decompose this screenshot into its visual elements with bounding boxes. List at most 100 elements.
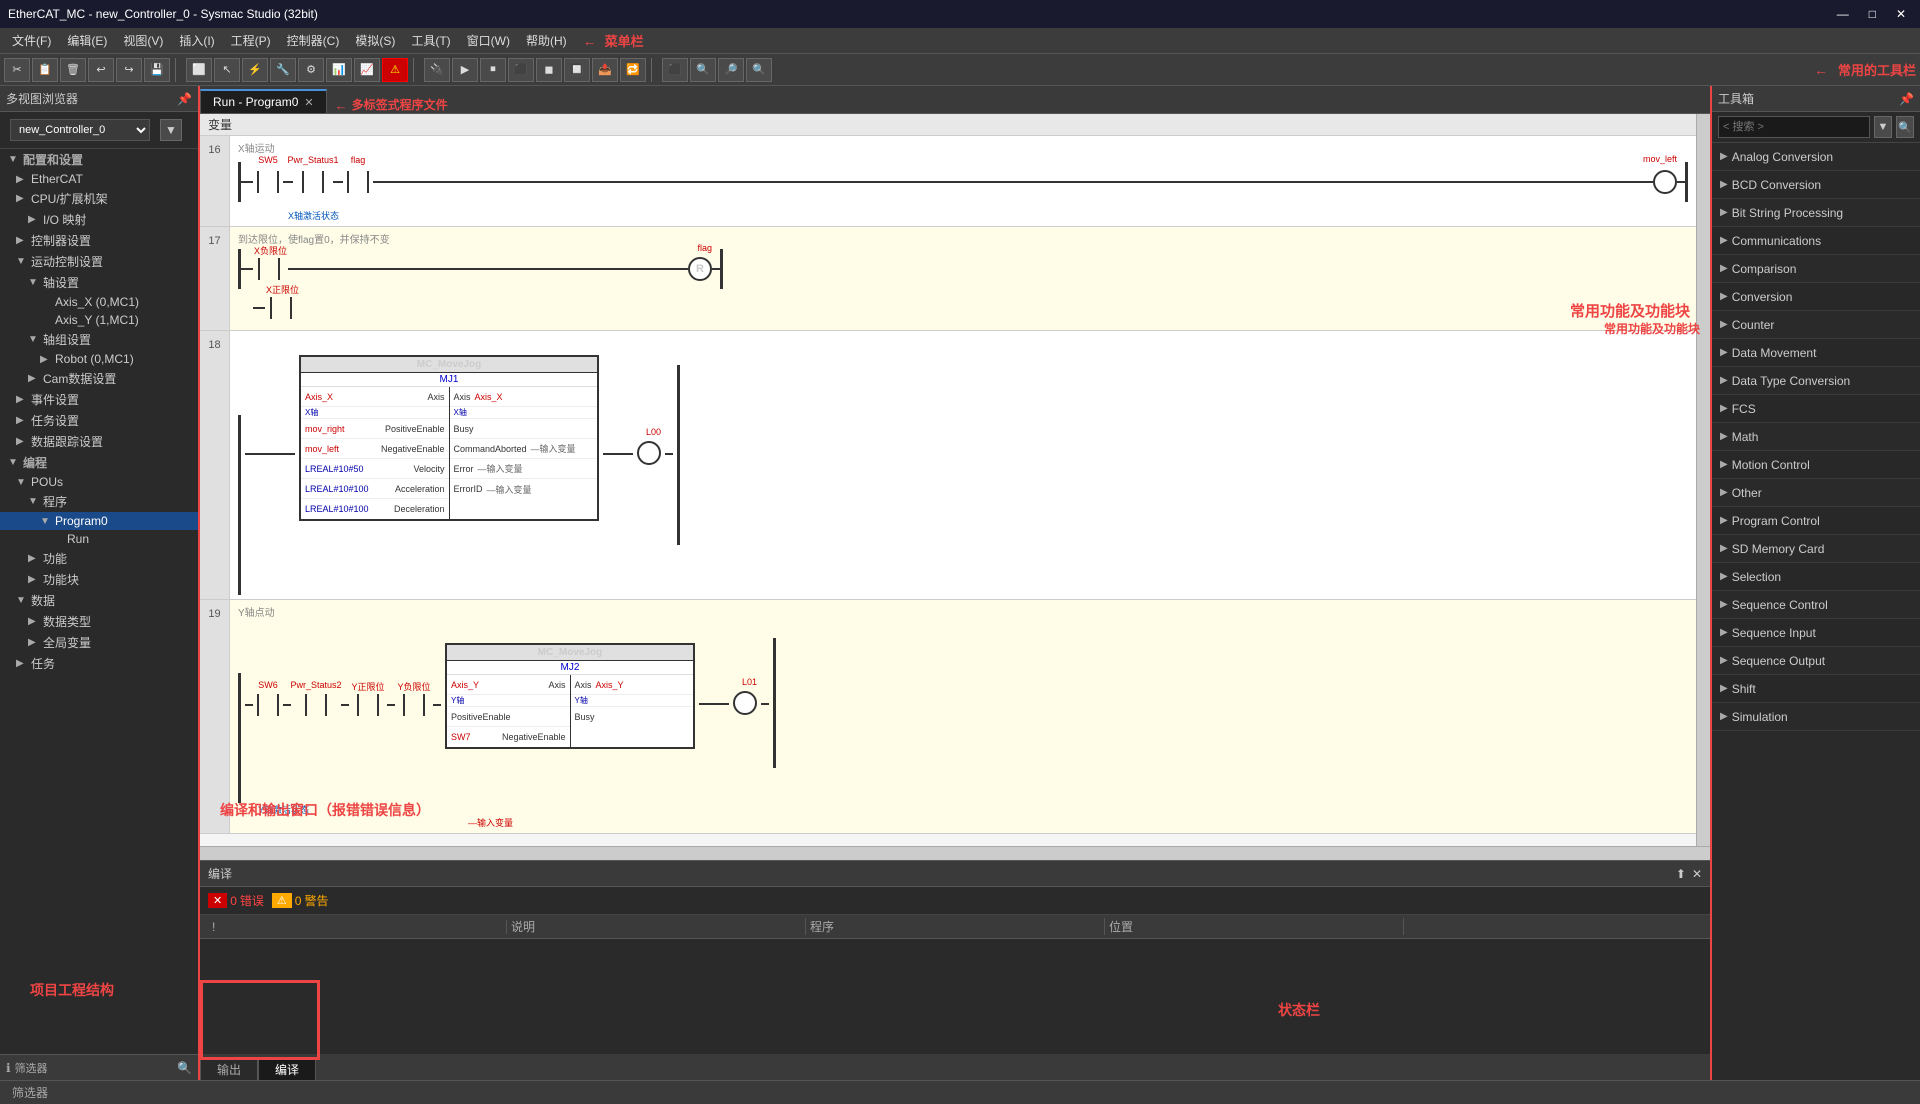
tree-io[interactable]: ▶ I/O 映射	[0, 209, 198, 230]
horizontal-scrollbar[interactable]	[200, 846, 1710, 860]
tree-axisy[interactable]: Axis_Y (1,MC1)	[0, 311, 198, 329]
toolbar-b9[interactable]: 🔌	[424, 58, 450, 82]
tree-tasks[interactable]: ▶ 任务	[0, 653, 198, 674]
coil-l00[interactable]: L00	[637, 441, 661, 465]
minimize-button[interactable]: —	[1831, 5, 1855, 23]
toolbox-sequence-input[interactable]: ▶ Sequence Input	[1712, 619, 1920, 647]
tree-event[interactable]: ▶ 事件设置	[0, 389, 198, 410]
toolbox-data-movement[interactable]: ▶ Data Movement	[1712, 339, 1920, 367]
toolbox-search-go[interactable]: 🔍	[1896, 116, 1914, 138]
toolbox-simulation[interactable]: ▶ Simulation	[1712, 703, 1920, 731]
toolbox-sequence-output[interactable]: ▶ Sequence Output	[1712, 647, 1920, 675]
toolbox-pin-btn[interactable]: 📌	[1899, 92, 1914, 106]
toolbox-other[interactable]: ▶ Other	[1712, 479, 1920, 507]
toolbox-communications[interactable]: ▶ Communications	[1712, 227, 1920, 255]
toolbar-b5[interactable]: ⚙	[298, 58, 324, 82]
controller-dropdown[interactable]: new_Controller_0	[10, 119, 150, 141]
left-panel-filter-btn[interactable]: 🔍	[177, 1061, 192, 1075]
toolbar-b7[interactable]: 📈	[354, 58, 380, 82]
toolbar-b15[interactable]: 📤	[592, 58, 618, 82]
toolbox-conversion[interactable]: ▶ Conversion	[1712, 283, 1920, 311]
toolbox-data-type-conversion[interactable]: ▶ Data Type Conversion	[1712, 367, 1920, 395]
toolbar-save[interactable]: 💾	[144, 58, 170, 82]
contact-yneg[interactable]: Y负限位	[395, 694, 433, 716]
tree-programs[interactable]: ▼ 程序	[0, 491, 198, 512]
toolbox-fcs[interactable]: ▶ FCS	[1712, 395, 1920, 423]
toolbar-b13[interactable]: ◼	[536, 58, 562, 82]
toolbar-copy[interactable]: 📋	[32, 58, 58, 82]
bottom-panel-close-btn[interactable]: ✕	[1692, 867, 1702, 881]
bottom-tab-compile[interactable]: 编译	[258, 1058, 316, 1080]
tree-functions[interactable]: ▶ 功能	[0, 548, 198, 569]
toolbox-program-control[interactable]: ▶ Program Control	[1712, 507, 1920, 535]
contact-flag16[interactable]: flag	[343, 171, 373, 193]
toolbox-bcd-conversion[interactable]: ▶ BCD Conversion	[1712, 171, 1920, 199]
tree-axisx[interactable]: Axis_X (0,MC1)	[0, 293, 198, 311]
toolbox-counter[interactable]: ▶ Counter	[1712, 311, 1920, 339]
menu-edit[interactable]: 编辑(E)	[59, 29, 115, 52]
vertical-scrollbar[interactable]	[1696, 114, 1710, 846]
toolbar-cut[interactable]: ✂	[4, 58, 30, 82]
toolbox-selection[interactable]: ▶ Selection	[1712, 563, 1920, 591]
toolbar-b17[interactable]: ⬛	[662, 58, 688, 82]
left-panel-pin[interactable]: 📌	[177, 92, 192, 106]
tree-config[interactable]: ▼ 配置和设置	[0, 149, 198, 170]
maximize-button[interactable]: □	[1863, 5, 1882, 23]
close-button[interactable]: ✕	[1890, 5, 1912, 23]
toolbar-b16[interactable]: 🔁	[620, 58, 646, 82]
tree-cpu[interactable]: ▶ CPU/扩展机架	[0, 188, 198, 209]
tree-axis[interactable]: ▼ 轴设置	[0, 272, 198, 293]
menu-window[interactable]: 窗口(W)	[459, 29, 518, 52]
tree-run[interactable]: Run	[0, 530, 198, 548]
toolbar-undo[interactable]: ↩	[88, 58, 114, 82]
menu-tools[interactable]: 工具(T)	[403, 29, 458, 52]
contact-pwr1[interactable]: Pwr_Status1	[293, 171, 333, 193]
toolbar-zoom-fit[interactable]: 🔍	[746, 58, 772, 82]
menu-project[interactable]: 工程(P)	[223, 29, 279, 52]
tree-data[interactable]: ▼ 数据	[0, 590, 198, 611]
menu-insert[interactable]: 插入(I)	[171, 29, 222, 52]
tree-cam[interactable]: ▶ Cam数据设置	[0, 368, 198, 389]
coil-movleft[interactable]: mov_left	[1653, 170, 1677, 194]
contact-pwr2[interactable]: Pwr_Status2	[291, 694, 341, 716]
fb-mj1[interactable]: MC_MoveJog MJ1 Axis_X Axis	[299, 355, 599, 521]
controller-settings-btn[interactable]: ▼	[160, 119, 182, 141]
menu-simulate[interactable]: 模拟(S)	[347, 29, 403, 52]
toolbox-motion-control[interactable]: ▶ Motion Control	[1712, 451, 1920, 479]
bottom-panel-float-btn[interactable]: ⬆	[1676, 867, 1686, 881]
toolbar-b10[interactable]: ▶	[452, 58, 478, 82]
bottom-panel-controls[interactable]: ⬆ ✕	[1676, 867, 1702, 881]
contact-ypos[interactable]: Y正限位	[349, 694, 387, 716]
tree-ethercat[interactable]: ▶ EtherCAT	[0, 170, 198, 188]
tree-robot[interactable]: ▶ Robot (0,MC1)	[0, 350, 198, 368]
toolbox-sequence-control[interactable]: ▶ Sequence Control	[1712, 591, 1920, 619]
tree-program0[interactable]: ▼ Program0	[0, 512, 198, 530]
tree-ctrl-settings[interactable]: ▶ 控制器设置	[0, 230, 198, 251]
contact-xpos[interactable]: X正限位	[265, 297, 300, 319]
menu-controller[interactable]: 控制器(C)	[279, 29, 348, 52]
tree-globalvars[interactable]: ▶ 全局变量	[0, 632, 198, 653]
toolbar-delete[interactable]: 🗑	[60, 58, 86, 82]
contact-xneg[interactable]: X负限位	[253, 258, 288, 280]
tree-task[interactable]: ▶ 任务设置	[0, 410, 198, 431]
tree-pous[interactable]: ▼ POUs	[0, 473, 198, 491]
tree-datatrace[interactable]: ▶ 数据跟踪设置	[0, 431, 198, 452]
toolbox-search-btn[interactable]: ▼	[1874, 116, 1892, 138]
tree-datatypes[interactable]: ▶ 数据类型	[0, 611, 198, 632]
tree-programming[interactable]: ▼ 编程	[0, 452, 198, 473]
tab-close-btn[interactable]: ✕	[304, 96, 313, 109]
toolbar-zoom-in[interactable]: 🔍	[690, 58, 716, 82]
window-controls[interactable]: — □ ✕	[1831, 5, 1912, 23]
tree-motion[interactable]: ▼ 运动控制设置	[0, 251, 198, 272]
toolbar-redo[interactable]: ↪	[116, 58, 142, 82]
coil-l01[interactable]: L01	[733, 691, 757, 715]
menu-help[interactable]: 帮助(H)	[518, 29, 575, 52]
toolbar-b3[interactable]: ⚡	[242, 58, 268, 82]
toolbar-b2[interactable]: ↖	[214, 58, 240, 82]
toolbar-b4[interactable]: 🔧	[270, 58, 296, 82]
contact-sw6[interactable]: SW6	[253, 694, 283, 716]
contact-sw5[interactable]: SW5	[253, 171, 283, 193]
menu-view[interactable]: 视图(V)	[115, 29, 171, 52]
toolbar-zoom-out[interactable]: 🔎	[718, 58, 744, 82]
toolbox-controls[interactable]: 📌	[1899, 92, 1914, 106]
